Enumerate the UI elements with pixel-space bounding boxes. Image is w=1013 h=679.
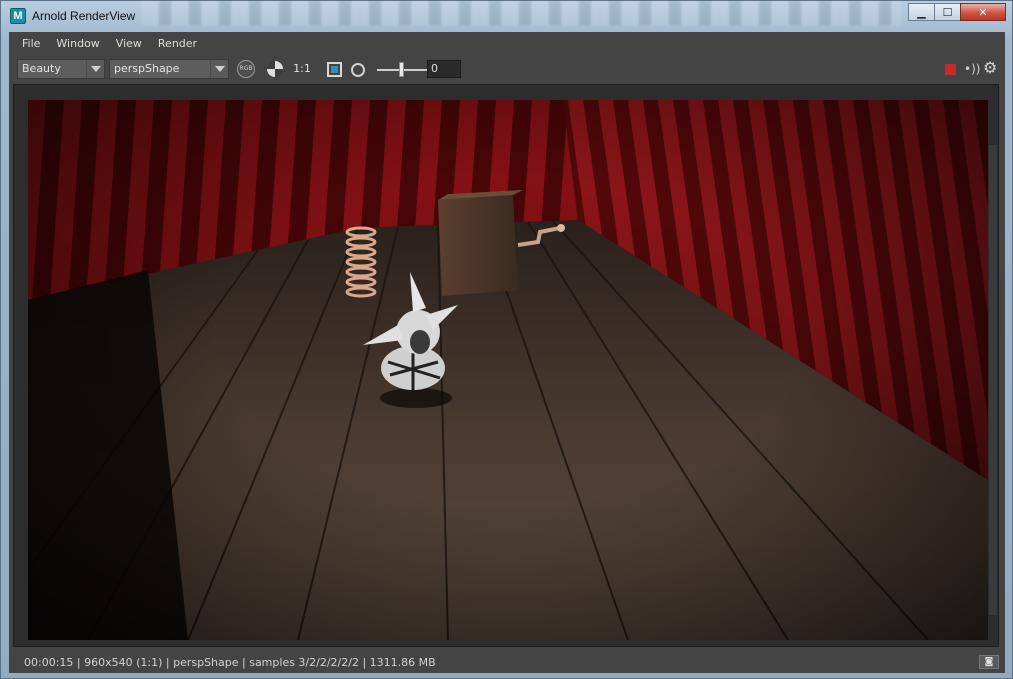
aperture-icon[interactable] bbox=[351, 63, 365, 77]
status-bar: 00:00:15 | 960x540 (1:1) | perspShape | … bbox=[9, 652, 1005, 673]
exposure-input[interactable]: 0 bbox=[427, 60, 461, 78]
refresh-icon[interactable]: •)) bbox=[964, 61, 980, 77]
title-bar[interactable]: M Arnold RenderView ▁ ☐ ✕ bbox=[1, 1, 1012, 31]
renderview-panel: File Window View Render Beauty perspShap… bbox=[9, 32, 1005, 673]
stop-icon[interactable] bbox=[945, 64, 956, 75]
maximize-button[interactable]: ☐ bbox=[934, 3, 961, 21]
status-text: 00:00:15 | 960x540 (1:1) | perspShape | … bbox=[24, 656, 436, 669]
close-button[interactable]: ✕ bbox=[960, 3, 1006, 21]
snapshot-camera-icon[interactable]: ◙ bbox=[979, 655, 999, 669]
render-viewport[interactable] bbox=[13, 84, 999, 647]
menu-render[interactable]: Render bbox=[150, 32, 205, 56]
vertical-scrollbar[interactable] bbox=[989, 145, 997, 615]
aov-select[interactable]: Beauty bbox=[17, 59, 105, 79]
exposure-slider-handle[interactable] bbox=[399, 62, 404, 77]
aov-select-value: Beauty bbox=[22, 62, 61, 75]
maya-app-icon: M bbox=[10, 8, 26, 24]
menu-window[interactable]: Window bbox=[48, 32, 107, 56]
region-frame-icon[interactable] bbox=[327, 62, 342, 77]
camera-select[interactable]: perspShape bbox=[109, 59, 229, 79]
gear-icon[interactable]: ⚙ bbox=[983, 59, 997, 77]
app-window: M Arnold RenderView ▁ ☐ ✕ File Window Vi… bbox=[0, 0, 1013, 679]
window-title: Arnold RenderView bbox=[32, 9, 136, 23]
menu-bar: File Window View Render bbox=[9, 32, 1005, 56]
zoom-1to1-button[interactable]: 1:1 bbox=[291, 60, 313, 78]
render-image[interactable] bbox=[28, 100, 988, 640]
window-controls: ▁ ☐ ✕ bbox=[908, 3, 1006, 21]
chevron-down-icon bbox=[86, 60, 104, 78]
rendered-scene bbox=[28, 100, 988, 640]
chevron-down-icon bbox=[210, 60, 228, 78]
rgb-channel-icon[interactable]: RGB bbox=[237, 60, 255, 78]
checker-icon[interactable] bbox=[267, 61, 283, 77]
toolbar: Beauty perspShape RGB 1:1 0 •)) ⚙ bbox=[9, 58, 1005, 80]
minimize-button[interactable]: ▁ bbox=[908, 3, 935, 21]
menu-view[interactable]: View bbox=[108, 32, 150, 56]
camera-select-value: perspShape bbox=[114, 62, 180, 75]
menu-file[interactable]: File bbox=[14, 32, 48, 56]
